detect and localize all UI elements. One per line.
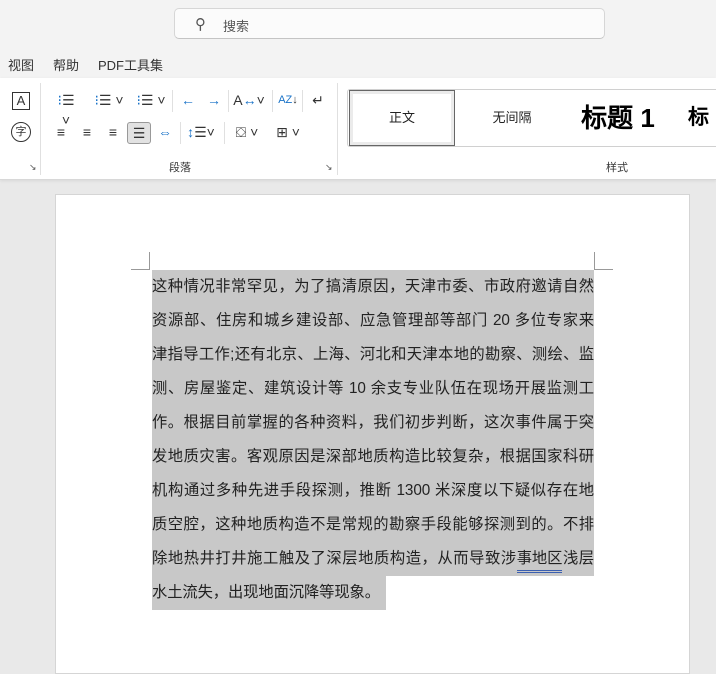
menu-pdf-tools[interactable]: PDF工具集 [98, 55, 163, 74]
text-line: 质空腔，这种地质构造不是常规的勘察手段能够探测到的。不排 [152, 508, 594, 542]
search-placeholder: 搜索 [223, 19, 250, 34]
menu-view[interactable]: 视图 [8, 55, 34, 74]
menu-bar: 视图 帮助 PDF工具集 [0, 45, 716, 78]
align-center-icon[interactable]: ≡ [78, 122, 96, 144]
styles-gallery: 正文 无间隔 标题 1 标 [347, 89, 716, 147]
text-line: 水土流失，出现地面沉降等现象。 [152, 576, 386, 610]
style-no-spacing[interactable]: 无间隔 [460, 90, 564, 146]
borders-icon[interactable]: ⊞ ˅ [272, 122, 304, 144]
style-heading-1[interactable]: 标题 1 [568, 90, 668, 146]
text-line: 发地质灾害。客观原因是深部地质构造比较复杂，根据国家科研 [152, 440, 594, 474]
text-line: 津指导工作;还有北京、上海、河北和天津本地的勘察、测绘、监 [152, 338, 594, 372]
text-line: 作。根据目前掌握的各种资料，我们初步判断，这次事件属于突 [152, 406, 594, 440]
distributed-icon[interactable]: ⇔ [156, 122, 174, 144]
text-line: 资源部、住房和城乡建设部、应急管理部等部门 20 多位专家来 [152, 304, 594, 338]
styles-group-label: 样式 [606, 162, 628, 174]
paragraph-dialog-launcher-icon[interactable]: ↘ [325, 162, 333, 173]
menu-help[interactable]: 帮助 [53, 55, 79, 74]
style-heading-2[interactable]: 标 [688, 90, 716, 146]
decrease-indent-icon[interactable]: ← [178, 90, 198, 112]
enclose-character-icon[interactable]: 字 [11, 122, 31, 142]
text-box-icon[interactable]: A [12, 92, 30, 110]
search-box[interactable]: ⚲ 搜索 [174, 8, 605, 39]
show-marks-icon[interactable]: ↵ [308, 90, 328, 112]
shading-icon[interactable]: ⛋ ˅ [230, 122, 264, 144]
font-dialog-launcher-icon[interactable]: ↘ [29, 162, 37, 173]
sort-icon[interactable]: AZ↓ [277, 90, 299, 112]
increase-indent-icon[interactable]: → [204, 90, 224, 112]
line-spacing-icon[interactable]: ↕☰˅ [184, 122, 218, 144]
paragraph-group-label: 段落 [169, 162, 191, 174]
ribbon: A 字 ↘ ⁝☰ ˅ ⁝☰ ˅ ⁝☰ ˅ ← → A↔˅ AZ↓ ↵ ≡ ≡ ≡… [0, 78, 716, 180]
document-body[interactable]: 这种情况非常罕见，为了搞清原因，天津市委、市政府邀请自然 资源部、住房和城乡建设… [152, 270, 594, 615]
text-line: 测、房屋鉴定、建筑设计等 10 余支专业队伍在现场开展监测工 [152, 372, 594, 406]
multilevel-list-icon[interactable]: ⁝☰ ˅ [135, 90, 167, 112]
align-right-icon[interactable]: ≡ [104, 122, 122, 144]
search-icon: ⚲ [195, 16, 206, 33]
text-line: 机构通过多种先进手段探测，推断 1300 米深度以下疑似存在地 [152, 474, 594, 508]
text-line: 除地热井打井施工触及了深层地质构造，从而导致涉事地区浅层 [152, 542, 594, 576]
title-bar: ⚲ 搜索 [0, 0, 716, 45]
grammar-underline[interactable]: 事地区 [516, 548, 562, 573]
text-line: 这种情况非常罕见，为了搞清原因，天津市委、市政府邀请自然 [152, 270, 594, 304]
justify-icon[interactable]: ☰ [127, 122, 151, 144]
numbering-icon[interactable]: ⁝☰ ˅ [92, 90, 126, 112]
align-left-icon[interactable]: ≡ [52, 122, 70, 144]
chinese-layout-icon[interactable]: A↔˅ [232, 90, 266, 112]
bullets-icon[interactable]: ⁝☰ ˅ [52, 90, 80, 128]
style-normal[interactable]: 正文 [349, 90, 455, 146]
